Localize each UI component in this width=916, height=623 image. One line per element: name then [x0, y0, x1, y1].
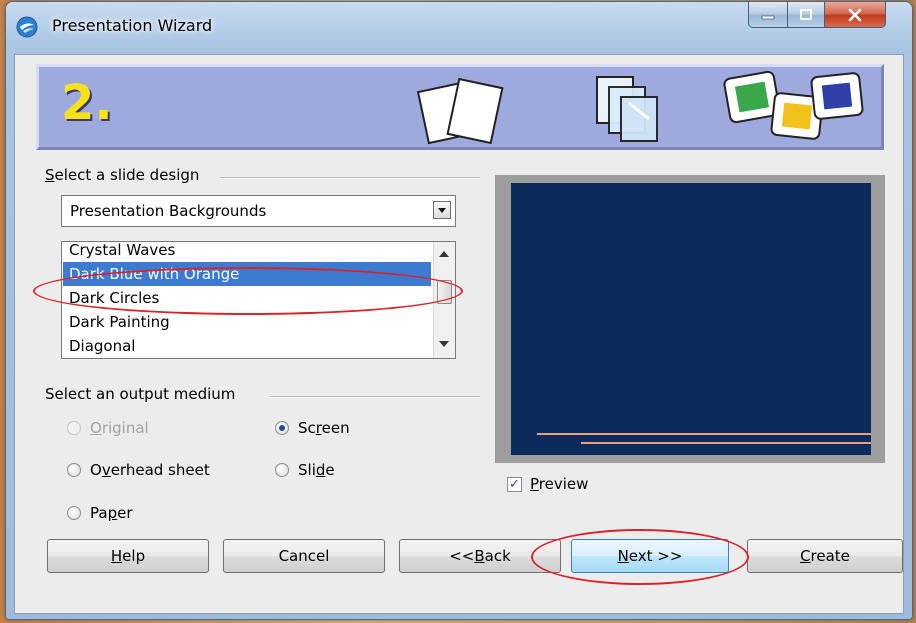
label-hotkey: p — [107, 504, 118, 522]
list-item-selected[interactable]: Dark Blue with Orange — [63, 262, 431, 286]
preview-pane — [495, 175, 885, 463]
label-hotkey: v — [101, 461, 111, 479]
label-hotkey: B — [474, 547, 485, 565]
radio-slide[interactable]: Slide — [275, 461, 335, 479]
label-text: << — [449, 547, 475, 565]
help-button[interactable]: Help — [47, 539, 209, 573]
slide-design-list[interactable]: Crystal Waves Dark Blue with Orange Dark… — [61, 241, 456, 359]
window-title: Presentation Wizard — [52, 16, 213, 35]
label-text: elp — [122, 547, 146, 565]
radio-label: Slide — [298, 461, 335, 479]
label-text: O — [90, 461, 102, 479]
next-button[interactable]: Next >> — [571, 539, 729, 573]
list-scrollbar[interactable] — [433, 242, 455, 358]
label-text: een — [321, 419, 350, 437]
label-text: er — [117, 504, 133, 522]
group-divider — [270, 396, 480, 398]
label-hotkey: S — [45, 166, 55, 184]
minimize-icon — [761, 15, 775, 19]
radio-paper[interactable]: Paper — [67, 504, 133, 522]
back-button[interactable]: << Back — [399, 539, 561, 573]
wizard-body: 2. Select a slide design Presentation Ba… — [14, 54, 904, 614]
label-text: elect a slide design — [54, 166, 200, 184]
label-hotkey: C — [800, 547, 811, 565]
step-number: 2. — [61, 75, 113, 131]
list-item[interactable]: Diagonal — [63, 334, 431, 358]
radio-indicator — [275, 463, 289, 477]
label-text: Sc — [298, 419, 316, 437]
preview-checkbox[interactable]: ✓ Preview — [507, 475, 588, 493]
list-item[interactable]: Dark Painting — [63, 310, 431, 334]
scroll-thumb[interactable] — [437, 280, 452, 304]
radio-indicator — [275, 421, 289, 435]
label-text: e — [325, 461, 335, 479]
radio-indicator — [67, 506, 81, 520]
radio-overhead-sheet[interactable]: Overhead sheet — [67, 461, 210, 479]
radio-screen[interactable]: Screen — [275, 419, 350, 437]
title-bar[interactable]: Presentation Wizard — [6, 2, 912, 54]
banner-illustration — [416, 70, 864, 145]
label-text: ext >> — [628, 547, 683, 565]
presentation-wizard-icon — [16, 16, 38, 38]
label-text: Sli — [298, 461, 316, 479]
create-button[interactable]: Create — [747, 539, 903, 573]
group-divider — [220, 177, 480, 179]
label-hotkey: H — [110, 547, 123, 565]
radio-label: Overhead sheet — [90, 461, 210, 479]
label-hotkey: P — [530, 475, 539, 493]
paper-sheets-icon — [416, 77, 504, 145]
label-hotkey: N — [617, 547, 629, 565]
label-hotkey: d — [315, 461, 326, 479]
presentation-wizard-window: Presentation Wizard 2. Select a slide de… — [6, 2, 912, 619]
label-text: review — [538, 475, 589, 493]
cancel-button[interactable]: Cancel — [223, 539, 385, 573]
label-text: Pa — [90, 504, 108, 522]
close-button[interactable] — [824, 2, 886, 28]
checkbox-indicator: ✓ — [507, 476, 522, 492]
transparency-sheets-icon — [596, 76, 658, 142]
label-text: ack — [484, 547, 511, 565]
radio-original[interactable]: Original — [67, 419, 149, 437]
scroll-down-icon[interactable] — [439, 341, 449, 347]
dropdown-value: Presentation Backgrounds — [70, 202, 267, 220]
label-text: riginal — [101, 419, 149, 437]
slide-preview — [511, 183, 871, 455]
list-item[interactable]: Crystal Waves — [63, 242, 431, 262]
checkmark-icon: ✓ — [509, 476, 520, 492]
design-category-dropdown[interactable]: Presentation Backgrounds — [61, 195, 456, 227]
wizard-banner: 2. — [36, 64, 884, 150]
radio-label: Paper — [90, 504, 133, 522]
radio-label: Original — [90, 419, 149, 437]
dropdown-button[interactable] — [433, 201, 451, 219]
maximize-button[interactable] — [787, 2, 825, 28]
close-icon — [848, 8, 862, 21]
radio-label: Screen — [298, 419, 350, 437]
label-text: erhead sheet — [110, 461, 210, 479]
slide-accent-line — [581, 442, 871, 444]
output-medium-group-label: Select an output medium — [45, 385, 236, 403]
list-item[interactable]: Dark Circles — [63, 286, 431, 310]
label-hotkey: O — [90, 419, 102, 437]
chevron-down-icon — [438, 208, 446, 213]
maximize-icon — [800, 8, 812, 20]
radio-indicator — [67, 463, 81, 477]
checkbox-label: Preview — [530, 475, 588, 493]
slide-accent-line — [537, 433, 871, 435]
scroll-up-icon[interactable] — [439, 251, 449, 257]
color-slides-icon — [723, 70, 864, 140]
radio-indicator — [67, 421, 81, 435]
label-text: reate — [810, 547, 850, 565]
minimize-button[interactable] — [748, 2, 788, 28]
slide-design-group-label: Select a slide design — [45, 166, 199, 184]
